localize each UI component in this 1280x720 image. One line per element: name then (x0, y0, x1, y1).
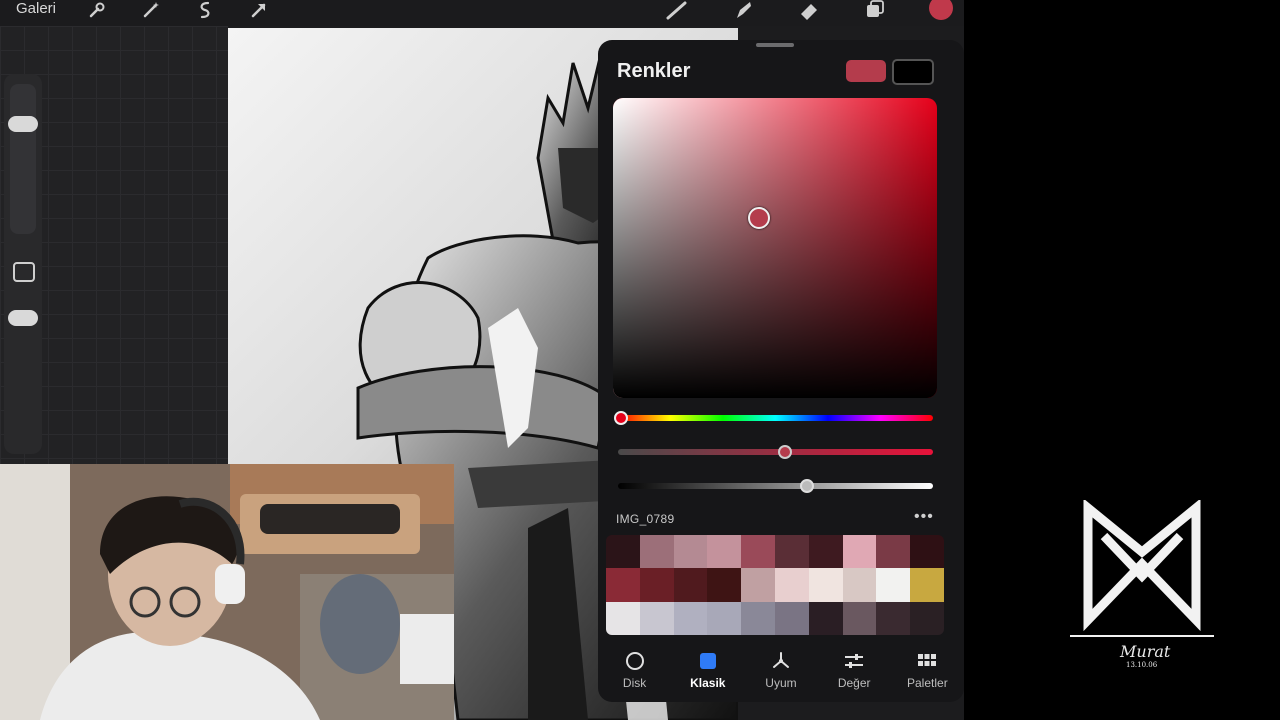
palette-name: IMG_0789 (616, 512, 675, 526)
brush-sidebar (4, 74, 42, 454)
palette-swatch[interactable] (707, 535, 742, 569)
palette-swatch-grid (606, 535, 944, 635)
brush-icon[interactable] (664, 0, 690, 20)
palette-swatch[interactable] (673, 568, 708, 602)
tab-label: Değer (837, 676, 871, 690)
palette-swatch[interactable] (639, 601, 674, 635)
eraser-icon[interactable] (796, 0, 822, 20)
palette-swatch[interactable] (741, 535, 775, 569)
palette-swatch[interactable] (707, 568, 742, 602)
smudge-icon[interactable] (730, 0, 756, 20)
panel-grabber[interactable] (756, 43, 794, 47)
palette-swatch[interactable] (741, 601, 775, 635)
grid-icon (916, 650, 938, 672)
tab-deger[interactable]: Değer (819, 650, 889, 690)
signature-date: 13.10.06 (1126, 661, 1158, 669)
palette-swatch[interactable] (606, 601, 640, 635)
gallery-button[interactable]: Galeri (16, 0, 56, 18)
hue-slider[interactable] (614, 411, 933, 425)
current-color-swatch[interactable] (846, 60, 886, 82)
top-toolbar: Galeri (0, 0, 964, 26)
active-color-button[interactable] (928, 0, 954, 20)
tab-label: Klasik (690, 676, 726, 690)
palette-swatch[interactable] (774, 535, 809, 569)
tab-disk[interactable]: Disk (600, 650, 670, 690)
layers-icon[interactable] (862, 0, 888, 20)
palette-swatch[interactable] (910, 535, 944, 569)
palette-swatch[interactable] (910, 601, 944, 635)
signature: Murat 13.10.06 (1120, 642, 1170, 669)
webcam-scene (0, 464, 454, 720)
palette-swatch[interactable] (741, 568, 775, 602)
tab-label: Uyum (765, 676, 797, 690)
palette-more-button[interactable]: ••• (914, 508, 934, 526)
tab-label: Paletler (907, 676, 948, 690)
palette-swatch[interactable] (910, 568, 944, 602)
brush-size-slider[interactable] (10, 84, 36, 234)
palette-swatch[interactable] (876, 601, 911, 635)
stream-frame: Galeri Renkler IMG_0789 ••• Disk Klasik … (0, 0, 1280, 720)
panel-title: Renkler (617, 60, 691, 82)
transform-arrow-icon[interactable] (248, 0, 270, 20)
brightness-slider-knob[interactable] (800, 479, 814, 493)
palette-swatch[interactable] (606, 568, 640, 602)
modify-button[interactable] (13, 262, 35, 282)
palette-swatch[interactable] (639, 568, 674, 602)
color-mode-tabbar: Disk Klasik Uyum Değer Paletler (598, 650, 964, 700)
palette-swatch[interactable] (639, 535, 674, 569)
palette-swatch[interactable] (842, 601, 877, 635)
wrench-icon[interactable] (86, 0, 108, 20)
opacity-knob[interactable] (8, 310, 38, 326)
color-picker-cursor[interactable] (747, 207, 770, 229)
brightness-slider[interactable] (618, 479, 933, 493)
palette-swatch[interactable] (808, 535, 843, 569)
harmony-icon (770, 650, 792, 672)
palette-swatch[interactable] (707, 601, 742, 635)
palette-swatch[interactable] (808, 601, 843, 635)
palette-swatch[interactable] (808, 568, 843, 602)
palette-swatch[interactable] (774, 568, 809, 602)
saturation-slider[interactable] (618, 445, 933, 459)
tab-klasik[interactable]: Klasik (673, 650, 743, 690)
palette-swatch[interactable] (673, 601, 708, 635)
tab-paletler[interactable]: Paletler (892, 650, 962, 690)
hue-slider-knob[interactable] (614, 411, 629, 425)
saturation-value-picker[interactable] (613, 98, 937, 398)
palette-swatch[interactable] (673, 535, 708, 569)
procreate-workspace: Galeri Renkler IMG_0789 ••• Disk Klasik … (0, 0, 964, 720)
disc-icon (624, 650, 646, 672)
previous-color-swatch[interactable] (892, 59, 934, 85)
signature-name: Murat (1120, 642, 1171, 661)
palette-swatch[interactable] (606, 535, 640, 569)
palette-swatch[interactable] (774, 601, 809, 635)
selection-icon[interactable] (194, 0, 216, 20)
palette-swatch[interactable] (842, 568, 877, 602)
palette-swatch[interactable] (842, 535, 877, 569)
square-icon (697, 650, 719, 672)
sliders-icon (843, 650, 865, 672)
magic-wand-icon[interactable] (140, 0, 162, 20)
webcam-overlay (0, 464, 454, 720)
tab-label: Disk (622, 676, 647, 690)
saturation-slider-knob[interactable] (777, 445, 792, 459)
palette-swatch[interactable] (876, 535, 911, 569)
colors-panel: Renkler IMG_0789 ••• Disk Klasik Uyum De… (598, 40, 964, 702)
palette-swatch[interactable] (876, 568, 911, 602)
tab-uyum[interactable]: Uyum (746, 650, 816, 690)
brush-size-knob[interactable] (8, 116, 38, 132)
